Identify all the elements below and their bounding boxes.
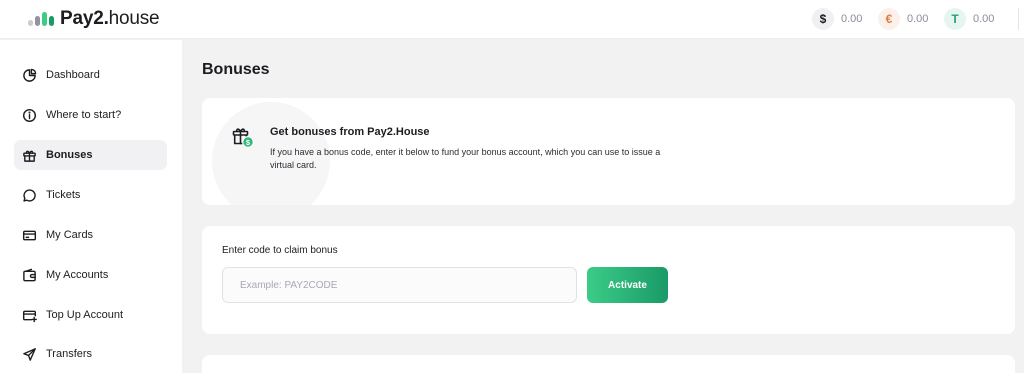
divider [1018, 8, 1019, 30]
sidebar: Dashboard Where to start? Bonuses Ticket… [0, 40, 182, 373]
tether-icon: T [944, 8, 966, 30]
pie-chart-icon [23, 68, 37, 82]
activate-button[interactable]: Activate [587, 267, 668, 303]
balance-usd[interactable]: $ 0.00 [812, 8, 862, 30]
card-icon [22, 230, 37, 240]
logo[interactable]: Pay2.house [26, 8, 160, 30]
bottom-card [202, 355, 1015, 373]
gift-bonus-icon: $ [232, 128, 254, 148]
sidebar-item-label: Transfers [46, 348, 93, 360]
sidebar-item-where-to-start[interactable]: Where to start? [14, 100, 167, 130]
logo-mark-icon [26, 9, 54, 29]
sidebar-item-transfers[interactable]: Transfers [14, 339, 167, 369]
intro-title: Get bonuses from Pay2.House [270, 126, 430, 138]
gift-icon [23, 150, 36, 162]
balance-usdt-value: 0.00 [973, 13, 995, 25]
wallet-icon [23, 268, 36, 281]
balance-usd-value: 0.00 [841, 13, 863, 25]
bonus-code-input[interactable] [222, 267, 577, 303]
sidebar-item-label: My Cards [46, 229, 94, 241]
sidebar-item-dashboard[interactable]: Dashboard [14, 60, 167, 90]
sidebar-item-bonuses[interactable]: Bonuses [14, 140, 167, 170]
claim-label: Enter code to claim bonus [222, 245, 338, 256]
balance-eur[interactable]: € 0.00 [878, 8, 928, 30]
sidebar-item-label: Tickets [46, 189, 81, 201]
balance-eur-value: 0.00 [907, 13, 929, 25]
page-title: Bonuses [202, 61, 270, 78]
claim-bonus-card: Enter code to claim bonus Activate [202, 226, 1015, 334]
sidebar-item-top-up-account[interactable]: Top Up Account [14, 300, 167, 330]
send-icon [23, 347, 36, 361]
sidebar-item-my-cards[interactable]: My Cards [14, 220, 167, 250]
sidebar-item-tickets[interactable]: Tickets [14, 180, 167, 210]
sidebar-item-label: My Accounts [46, 269, 109, 281]
intro-description: If you have a bonus code, enter it below… [270, 147, 661, 170]
top-bar: Pay2.house $ 0.00 € 0.00 T 0.00 [0, 0, 1024, 39]
logo-text: Pay2.house [60, 8, 160, 29]
bonus-intro-card: $ Get bonuses from Pay2.House If you hav… [202, 98, 1015, 205]
sidebar-item-label: Top Up Account [46, 309, 124, 321]
sidebar-item-label: Dashboard [46, 69, 100, 81]
top-up-icon [22, 310, 37, 322]
euro-icon: € [878, 8, 900, 30]
sidebar-item-label: Bonuses [46, 149, 93, 161]
chat-icon [23, 188, 36, 202]
sidebar-item-label: Where to start? [46, 109, 122, 121]
sidebar-item-my-accounts[interactable]: My Accounts [14, 260, 167, 290]
info-icon [22, 108, 37, 122]
balance-usdt[interactable]: T 0.00 [944, 8, 994, 30]
dollar-icon: $ [812, 8, 834, 30]
